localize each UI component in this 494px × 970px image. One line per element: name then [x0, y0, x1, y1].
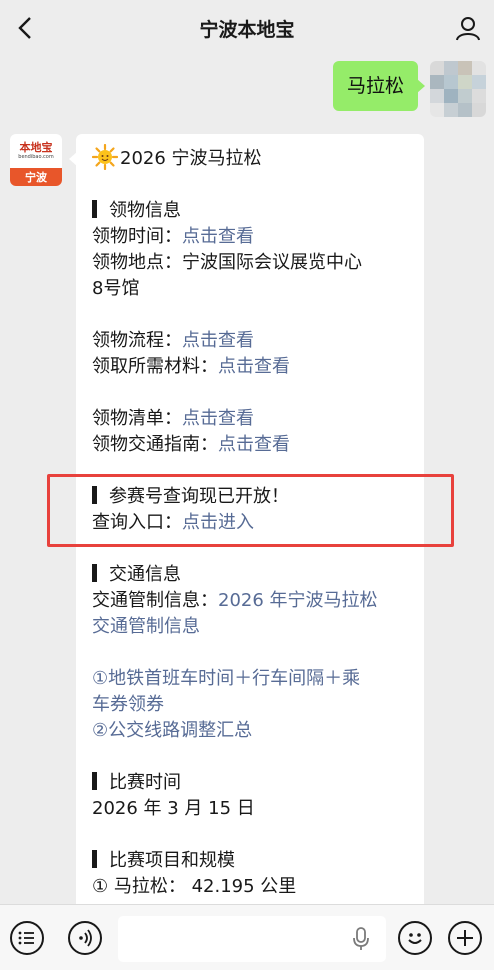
article-title: 2026 宁波马拉松	[120, 148, 262, 169]
sun-emoji-icon	[92, 144, 118, 170]
logo-domain: bendibao.com	[18, 153, 54, 160]
pickup-process-link[interactable]: 点击查看	[182, 330, 254, 351]
article-title-line: 2026 宁波马拉松	[92, 144, 412, 172]
person-icon[interactable]	[452, 12, 484, 44]
chat-header: 宁波本地宝	[0, 0, 494, 56]
account-avatar[interactable]: 本地宝 bendibao.com 宁波	[10, 134, 62, 186]
outgoing-bubble[interactable]: 马拉松	[332, 61, 426, 111]
pickup-materials-line: 领取所需材料：点击查看	[92, 356, 290, 377]
pickup-materials-link[interactable]: 点击查看	[218, 356, 290, 377]
traffic-control-link-2[interactable]: 交通管制信息	[92, 614, 412, 640]
pickup-list-link[interactable]: 点击查看	[182, 408, 254, 429]
race-date: 2026 年 3 月 15 日	[92, 798, 255, 819]
voice-icon[interactable]	[68, 921, 102, 955]
metro-link-2[interactable]: 车券领券	[92, 692, 412, 718]
bus-link[interactable]: ②公交线路调整汇总	[92, 718, 412, 744]
pickup-traffic-line: 领物交通指南：点击查看	[92, 434, 290, 455]
traffic-control-line: 交通管制信息：2026 年宁波马拉松	[92, 590, 378, 611]
message-input[interactable]	[118, 916, 386, 962]
outgoing-message: 马拉松	[332, 61, 486, 117]
section-heading-events: 比赛项目和规模	[92, 848, 412, 874]
event-item-marathon: ① 马拉松： 42.195 公里	[92, 876, 297, 897]
user-avatar[interactable]	[430, 61, 486, 117]
logo-name: 本地宝	[19, 140, 53, 154]
pickup-traffic-link[interactable]: 点击查看	[218, 434, 290, 455]
pickup-place-line-2: 8号馆	[92, 278, 140, 299]
menu-list-icon[interactable]	[10, 921, 44, 955]
pickup-process-line: 领物流程：点击查看	[92, 330, 254, 351]
pickup-list-line: 领物清单：点击查看	[92, 408, 254, 429]
chat-title: 宁波本地宝	[199, 18, 295, 41]
pickup-time-line: 领物时间：点击查看	[92, 226, 254, 247]
highlight-box	[47, 474, 454, 547]
chevron-left-icon[interactable]	[10, 12, 42, 44]
pickup-place-line: 领物地点：宁波国际会议展览中心	[92, 252, 362, 273]
plus-icon[interactable]	[448, 921, 482, 955]
logo-city: 宁波	[10, 168, 62, 186]
section-heading-traffic: 交通信息	[92, 562, 412, 588]
section-heading-pickup: 领物信息	[92, 198, 412, 224]
section-heading-race-time: 比赛时间	[92, 770, 412, 796]
microphone-icon[interactable]	[352, 927, 370, 951]
traffic-control-link[interactable]: 2026 年宁波马拉松	[218, 590, 378, 611]
pickup-time-link[interactable]: 点击查看	[182, 226, 254, 247]
input-bar	[0, 904, 494, 970]
emoji-icon[interactable]	[398, 921, 432, 955]
metro-link[interactable]: ①地铁首班车时间＋行车间隔＋乘	[92, 666, 412, 692]
